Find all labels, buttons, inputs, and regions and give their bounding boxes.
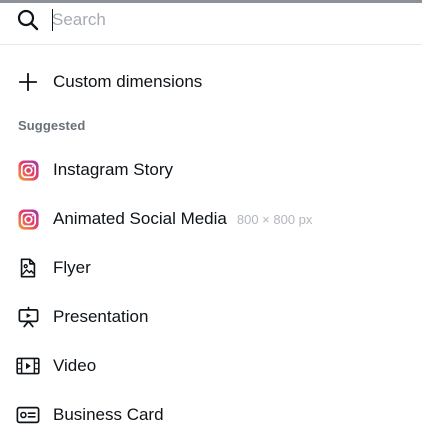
search-bar: [0, 3, 422, 45]
suggested-item-business-card[interactable]: Business Card: [0, 393, 422, 427]
video-icon: [16, 354, 40, 378]
dimensions-hint: 800 × 800 px: [236, 211, 313, 227]
suggested-item-label: Presentation: [53, 307, 149, 326]
instagram-icon: [16, 207, 40, 231]
suggested-item-label: Video: [53, 356, 97, 375]
search-input[interactable]: [52, 6, 392, 34]
presentation-icon: [16, 305, 40, 329]
suggested-item-presentation[interactable]: Presentation: [0, 295, 422, 339]
search-icon: [17, 9, 39, 31]
suggested-item-label: Animated Social Media: [53, 208, 227, 228]
suggested-item-label: Business Card: [53, 405, 164, 424]
business-card-icon: [16, 403, 40, 427]
text-caret: [52, 9, 53, 31]
plus-icon: [16, 70, 40, 94]
custom-dimensions-label: Custom dimensions: [53, 72, 203, 91]
suggested-item-animated-social-media[interactable]: Animated Social Media 800 × 800 px: [0, 197, 422, 241]
create-design-dropdown: Custom dimensions Suggested Instagram: [0, 0, 422, 427]
flyer-icon: [16, 256, 40, 280]
suggested-item-video[interactable]: Video: [0, 344, 422, 388]
suggested-item-label: Instagram Story: [53, 160, 173, 179]
suggested-item-flyer[interactable]: Flyer: [0, 246, 422, 290]
suggested-heading: Suggested: [18, 118, 86, 133]
suggested-item-instagram-story[interactable]: Instagram Story: [0, 148, 422, 192]
custom-dimensions-button[interactable]: Custom dimensions: [0, 60, 422, 104]
suggested-item-label: Flyer: [53, 258, 91, 277]
instagram-icon: [16, 158, 40, 182]
